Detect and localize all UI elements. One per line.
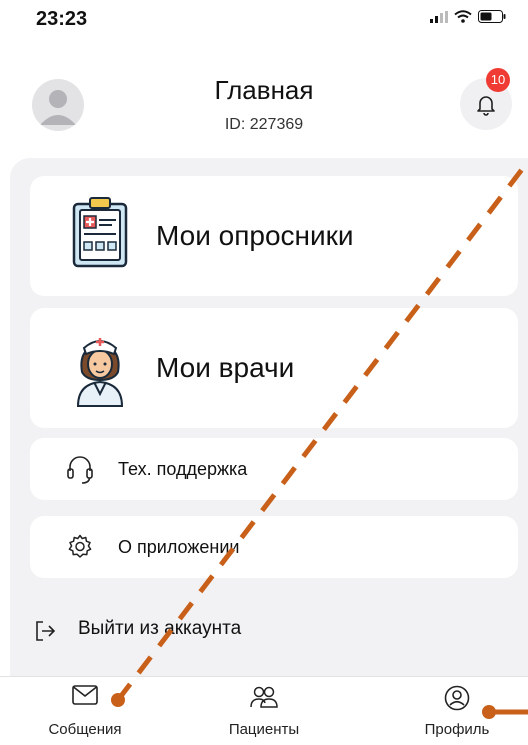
logout-button[interactable]: Выйти из аккаунта (34, 616, 334, 646)
nurse-icon (76, 338, 124, 407)
main-menu: Мои опросники Мои врачи Тех. поддержка О… (10, 158, 528, 676)
support-item[interactable]: Тех. поддержка (30, 438, 518, 500)
support-label: Тех. поддержка (118, 459, 248, 479)
about-item[interactable]: О приложении (30, 516, 518, 578)
about-label: О приложении (118, 537, 240, 557)
tab-messages[interactable]: Собщения (20, 677, 150, 745)
tab-messages-label: Собщения (48, 721, 122, 738)
status-bar: 23:23 (0, 0, 528, 44)
tab-profile-label: Профиль (424, 721, 490, 738)
header: Главная ID: 227369 (0, 60, 528, 160)
my-surveys-label: Мои опросники (156, 220, 354, 251)
bell-icon (477, 96, 495, 116)
logout-label: Выйти из аккаунта (78, 618, 242, 639)
people-icon (250, 686, 278, 708)
user-circle-icon (444, 685, 470, 711)
notification-badge: 10 (486, 68, 510, 92)
gear-icon (68, 534, 92, 558)
page-title: Главная (214, 75, 314, 105)
my-surveys-card[interactable]: Мои опросники (30, 176, 518, 296)
tab-patients-label: Пациенты (228, 721, 300, 738)
clipboard-icon (72, 197, 128, 268)
logout-icon (36, 621, 56, 641)
my-doctors-card[interactable]: Мои врачи (30, 308, 518, 428)
status-indicators (430, 10, 506, 23)
my-doctors-label: Мои врачи (156, 352, 295, 383)
tab-patients[interactable]: Пациенты (199, 677, 329, 745)
tab-bar: Собщения Пациенты Профиль (0, 676, 528, 745)
headset-icon (67, 456, 93, 484)
mail-icon (72, 685, 98, 705)
battery-icon (478, 10, 506, 23)
tab-profile[interactable]: Профиль (392, 677, 522, 745)
user-id: ID: 227369 (224, 116, 304, 133)
wifi-icon (454, 10, 472, 23)
status-time: 23:23 (36, 8, 88, 30)
signal-icon (430, 10, 448, 23)
